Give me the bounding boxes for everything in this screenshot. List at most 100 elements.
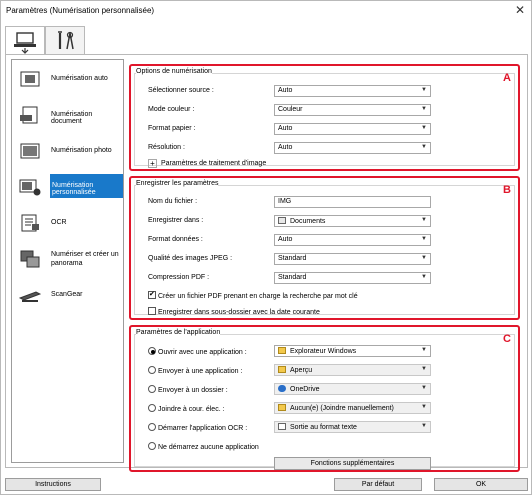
panorama-icon — [20, 250, 40, 268]
filename-label: Nom du fichier : — [148, 198, 198, 205]
sidebar-item-panorama[interactable]: Numériser et créer un panorama — [12, 242, 123, 278]
sidebar-item-photo[interactable]: Numérisation photo — [12, 134, 123, 170]
documents-folder-icon — [278, 217, 286, 224]
radio-unselected — [148, 385, 156, 393]
group-marker: A — [503, 72, 511, 84]
more-functions-button[interactable]: Fonctions supplémentaires — [274, 457, 431, 470]
data-format-select[interactable]: Auto ▼ — [274, 234, 431, 246]
open-app-select[interactable]: Explorateur Windows ▼ — [274, 345, 431, 357]
sidebar-item-ocr[interactable]: OCR — [12, 206, 123, 242]
checkbox-checked — [148, 290, 156, 299]
data-format-label: Format données : — [148, 236, 203, 243]
send-folder-select[interactable]: OneDrive ▼ — [274, 383, 431, 395]
sidebar-item-label: Numériser et créer un panorama — [51, 251, 119, 267]
sidebar-item-document[interactable]: Numérisation document — [12, 98, 123, 134]
chevron-down-icon: ▼ — [421, 255, 427, 261]
searchable-pdf-checkbox[interactable]: Créer un fichier PDF prenant en charge l… — [148, 290, 358, 300]
preview-icon — [278, 366, 286, 373]
close-icon[interactable]: ✕ — [515, 3, 525, 17]
chevron-down-icon: ▼ — [421, 87, 427, 93]
tools-icon — [58, 31, 74, 50]
cloud-icon — [278, 385, 286, 392]
jpeg-quality-select[interactable]: Standard ▼ — [274, 253, 431, 265]
scan-options-group: Options de numérisation A Sélectionner s… — [129, 64, 520, 171]
radio-selected — [148, 347, 156, 355]
auto-scan-icon — [20, 71, 40, 87]
send-app-radio[interactable]: Envoyer à une application : — [148, 366, 242, 375]
chevron-down-icon: ▼ — [421, 274, 427, 280]
chevron-down-icon: ▼ — [421, 423, 427, 429]
chevron-down-icon: ▼ — [421, 125, 427, 131]
sidebar-item-scangear[interactable]: ScanGear — [12, 278, 123, 314]
sidebar-item-label: Numérisation auto — [51, 75, 108, 82]
resolution-select[interactable]: Auto ▼ — [274, 142, 431, 154]
chevron-down-icon: ▼ — [421, 217, 427, 223]
tab-scan-from-computer[interactable] — [5, 26, 45, 56]
tab-general-settings[interactable] — [45, 26, 85, 55]
save-settings-group: Enregistrer les paramètres B Nom du fich… — [129, 176, 520, 320]
open-app-radio[interactable]: Ouvrir avec une application : — [148, 347, 247, 356]
app-settings-group: Paramètres de l'application C Ouvrir ave… — [129, 325, 520, 472]
source-select[interactable]: Auto ▼ — [274, 85, 431, 97]
chevron-down-icon: ▼ — [421, 236, 427, 242]
pdf-compression-label: Compression PDF : — [148, 274, 210, 281]
radio-unselected — [148, 366, 156, 374]
paper-size-select[interactable]: Auto ▼ — [274, 123, 431, 135]
group-marker: C — [503, 333, 511, 345]
send-app-select[interactable]: Aperçu ▼ — [274, 364, 431, 376]
sidebar-item-label: Numérisation personnalisée — [50, 174, 123, 198]
chevron-down-icon: ▼ — [421, 404, 427, 410]
sidebar-item-label: Numérisation document — [51, 111, 93, 125]
ok-button[interactable]: OK — [434, 478, 528, 491]
text-file-icon — [278, 423, 286, 430]
email-radio[interactable]: Joindre à cour. élec. : — [148, 404, 225, 413]
send-folder-radio[interactable]: Envoyer à un dossier : — [148, 385, 228, 394]
color-mode-label: Mode couleur : — [148, 106, 195, 113]
sidebar-item-label: ScanGear — [51, 291, 83, 298]
title-bar: Paramètres (Numérisation personnalisée) … — [1, 1, 531, 22]
checkbox-unchecked — [148, 307, 156, 315]
save-in-select[interactable]: Documents ▼ — [274, 215, 431, 227]
ocr-icon — [21, 214, 39, 232]
subfolder-checkbox[interactable]: Enregistrer dans sous-dossier avec la da… — [148, 307, 320, 316]
instructions-button[interactable]: Instructions — [5, 478, 101, 491]
group-title: Enregistrer les paramètres — [136, 180, 219, 187]
paper-size-label: Format papier : — [148, 125, 196, 132]
radio-unselected — [148, 423, 156, 431]
sidebar-item-custom[interactable]: Numérisation personnalisée — [12, 170, 123, 206]
radio-unselected — [148, 442, 156, 450]
chevron-down-icon: ▼ — [421, 385, 427, 391]
folder-icon — [278, 404, 286, 411]
jpeg-quality-label: Qualité des images JPEG : — [148, 255, 233, 262]
source-label: Sélectionner source : — [148, 87, 214, 94]
filename-input[interactable]: IMG — [274, 196, 431, 208]
save-in-label: Enregistrer dans : — [148, 217, 204, 224]
tab-bar — [1, 22, 531, 56]
group-marker: B — [503, 184, 511, 196]
chevron-down-icon: ▼ — [421, 366, 427, 372]
settings-window: Paramètres (Numérisation personnalisée) … — [0, 0, 532, 495]
ocr-app-radio[interactable]: Démarrer l'application OCR : — [148, 423, 247, 432]
computer-scan-icon — [14, 32, 36, 54]
plus-icon: + — [148, 159, 157, 168]
folder-icon — [278, 347, 286, 354]
photo-icon — [20, 143, 40, 159]
sidebar-item-auto-scan[interactable]: Numérisation auto — [12, 62, 123, 98]
image-processing-expander[interactable]: + Paramètres de traitement d'image — [148, 159, 266, 168]
custom-scan-icon — [19, 179, 41, 196]
no-app-radio[interactable]: Ne démarrez aucune application — [148, 442, 259, 451]
sidebar: Numérisation auto Numérisation document … — [11, 59, 124, 463]
group-title: Paramètres de l'application — [136, 329, 221, 336]
content-area: Numérisation auto Numérisation document … — [5, 54, 528, 472]
email-select[interactable]: Aucun(e) (Joindre manuellement) ▼ — [274, 402, 431, 414]
color-mode-select[interactable]: Couleur ▼ — [274, 104, 431, 116]
chevron-down-icon: ▼ — [421, 347, 427, 353]
scangear-icon — [19, 291, 41, 302]
sidebar-item-label: OCR — [51, 219, 67, 226]
default-button[interactable]: Par défaut — [334, 478, 422, 491]
chevron-down-icon: ▼ — [421, 106, 427, 112]
window-title: Paramètres (Numérisation personnalisée) — [6, 6, 155, 15]
pdf-document-icon — [20, 106, 38, 124]
ocr-app-select[interactable]: Sortie au format texte ▼ — [274, 421, 431, 433]
pdf-compression-select[interactable]: Standard ▼ — [274, 272, 431, 284]
